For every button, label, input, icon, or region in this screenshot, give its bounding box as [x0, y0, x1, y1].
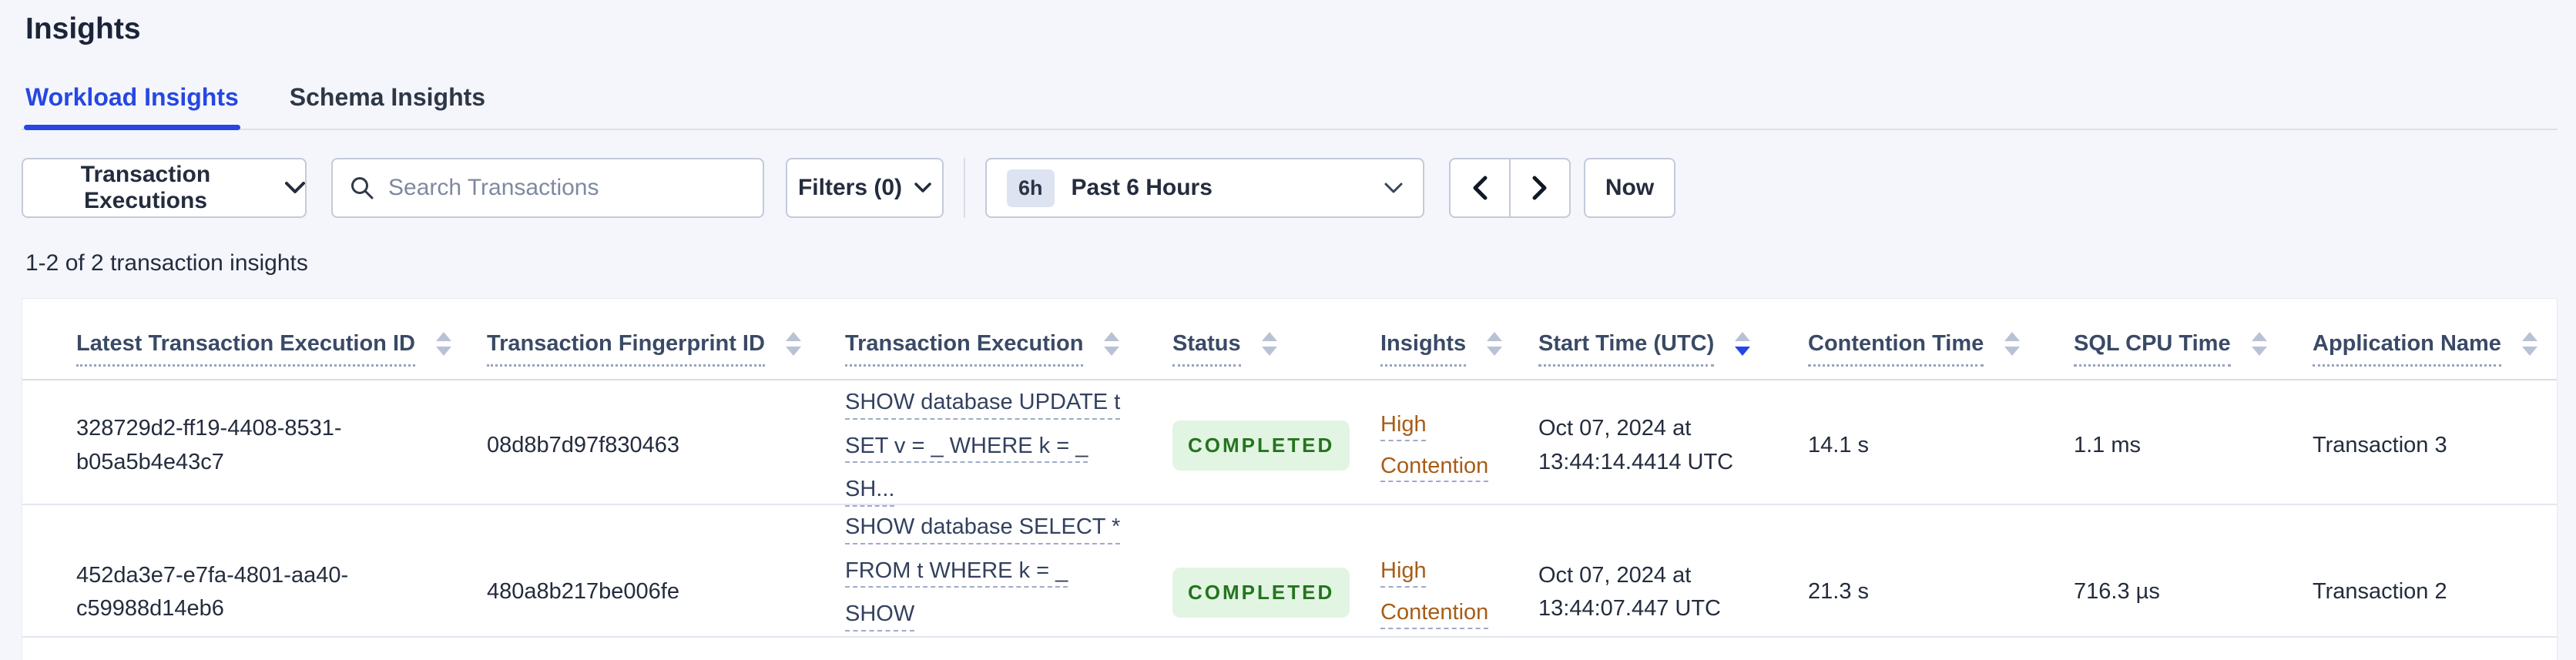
column-label: SQL CPU Time	[2074, 330, 2231, 367]
sort-icon	[2004, 332, 2021, 356]
column-label: Start Time (UTC)	[1538, 330, 1715, 367]
column-label: Application Name	[2313, 330, 2501, 367]
time-next-button[interactable]	[1510, 158, 1571, 218]
cell-sql-cpu-time: 716.3 µs	[2074, 579, 2160, 605]
column-header-transaction-execution[interactable]: Transaction Execution	[845, 330, 1172, 379]
transaction-type-label: Transaction Executions	[80, 162, 211, 213]
chevron-right-icon	[1532, 176, 1547, 200]
insights-page: Insights Workload Insights Schema Insigh…	[0, 0, 2576, 660]
column-label: Status	[1172, 330, 1241, 367]
time-range-badge: 6h	[1007, 169, 1055, 207]
sort-icon	[1104, 332, 1120, 356]
time-prev-button[interactable]	[1449, 158, 1510, 218]
cell-sql-cpu-time: 1.1 ms	[2074, 433, 2142, 458]
cell-contention-time: 14.1 s	[1808, 433, 1869, 458]
table-row: 328729d2-ff19-4408-8531-b05a5b4e43c7 08d8…	[22, 380, 2557, 505]
cell-application-name: Transaction 2	[2313, 579, 2447, 605]
results-count: 1-2 of 2 transaction insights	[25, 250, 308, 276]
table-row: 452da3e7-e7fa-4801-aa40-c59988d14eb6 480a…	[22, 505, 2557, 660]
tab-schema-insights[interactable]: Schema Insights	[290, 83, 485, 129]
tab-workload-insights[interactable]: Workload Insights	[24, 83, 240, 130]
transaction-execution-link[interactable]: SHOW database SELECT * FROM t WHERE k = _…	[845, 514, 1120, 660]
cell-execution-id: 452da3e7-e7fa-4801-aa40-c59988d14eb6	[76, 562, 349, 621]
insight-link[interactable]: High Contention	[1380, 404, 1504, 487]
column-header-latest-transaction-execution-id[interactable]: Latest Transaction Execution ID	[76, 330, 487, 379]
filters-button[interactable]: Filters (0)	[786, 158, 944, 218]
cell-start-time: Oct 07, 2024 at 13:44:07.447 UTC	[1538, 562, 1721, 621]
column-header-contention-time[interactable]: Contention Time	[1808, 330, 2074, 379]
page-title: Insights	[25, 12, 141, 45]
cell-execution-id: 328729d2-ff19-4408-8531-b05a5b4e43c7	[76, 416, 342, 474]
column-header-application-name[interactable]: Application Name	[2313, 330, 2541, 379]
column-label: Latest Transaction Execution ID	[76, 330, 415, 367]
table-header-row: Latest Transaction Execution ID Transacti…	[22, 299, 2557, 380]
column-label: Transaction Fingerprint ID	[487, 330, 765, 367]
cell-fingerprint-id: 08d8b7d97f830463	[487, 433, 679, 458]
column-header-transaction-fingerprint-id[interactable]: Transaction Fingerprint ID	[487, 330, 845, 379]
time-range-picker[interactable]: 6h Past 6 Hours	[985, 158, 1424, 218]
cell-contention-time: 21.3 s	[1808, 579, 1869, 605]
status-badge: COMPLETED	[1172, 420, 1350, 471]
sort-icon	[2251, 332, 2267, 356]
column-label: Contention Time	[1808, 330, 1984, 367]
chevron-down-icon	[285, 182, 305, 193]
now-button[interactable]: Now	[1584, 158, 1675, 218]
table-body: 328729d2-ff19-4408-8531-b05a5b4e43c7 08d8…	[22, 380, 2557, 660]
cell-application-name: Transaction 3	[2313, 433, 2447, 458]
column-header-start-time[interactable]: Start Time (UTC)	[1538, 330, 1808, 379]
chevron-down-icon	[1384, 183, 1403, 193]
transaction-execution-link[interactable]: SHOW database UPDATE t SET v = _ WHERE k …	[845, 390, 1120, 501]
cell-status: COMPLETED	[1172, 420, 1380, 471]
cell-transaction-execution: SHOW database UPDATE t SET v = _ WHERE k …	[845, 380, 1172, 511]
status-badge: COMPLETED	[1172, 567, 1350, 618]
sort-icon	[785, 332, 801, 356]
search-box[interactable]	[331, 158, 764, 218]
column-label: Transaction Execution	[845, 330, 1084, 367]
column-label: Insights	[1380, 330, 1467, 367]
transaction-type-dropdown[interactable]: Transaction Executions	[22, 158, 307, 218]
cell-transaction-execution: SHOW database SELECT * FROM t WHERE k = _…	[845, 505, 1172, 660]
sort-icon	[435, 332, 451, 356]
time-nav-group	[1449, 158, 1571, 218]
chevron-down-icon	[914, 183, 931, 193]
sort-icon	[1735, 332, 1751, 356]
chevron-left-icon	[1473, 176, 1488, 200]
filters-label: Filters (0)	[797, 175, 903, 200]
column-header-status[interactable]: Status	[1172, 330, 1380, 379]
sort-icon	[1261, 332, 1277, 356]
search-input[interactable]	[388, 175, 746, 201]
cell-start-time: Oct 07, 2024 at 13:44:14.4414 UTC	[1538, 416, 1734, 474]
time-range-label: Past 6 Hours	[1071, 175, 1213, 200]
controls-bar: Transaction Executions Filters (0) 6h Pa…	[22, 158, 2558, 218]
tab-bar: Workload Insights Schema Insights	[22, 83, 2558, 130]
cell-fingerprint-id: 480a8b217be006fe	[487, 579, 679, 605]
controls-divider	[964, 158, 965, 218]
sort-icon	[1487, 332, 1503, 356]
column-header-insights[interactable]: Insights	[1380, 330, 1538, 379]
cell-insights: High Contention	[1380, 551, 1538, 633]
insight-link[interactable]: High Contention	[1380, 551, 1504, 633]
cell-status: COMPLETED	[1172, 567, 1380, 618]
search-icon	[351, 177, 374, 199]
insights-table-card: Latest Transaction Execution ID Transacti…	[22, 298, 2558, 660]
sort-icon	[2521, 332, 2537, 356]
cell-insights: High Contention	[1380, 404, 1538, 487]
column-header-sql-cpu-time[interactable]: SQL CPU Time	[2074, 330, 2313, 379]
